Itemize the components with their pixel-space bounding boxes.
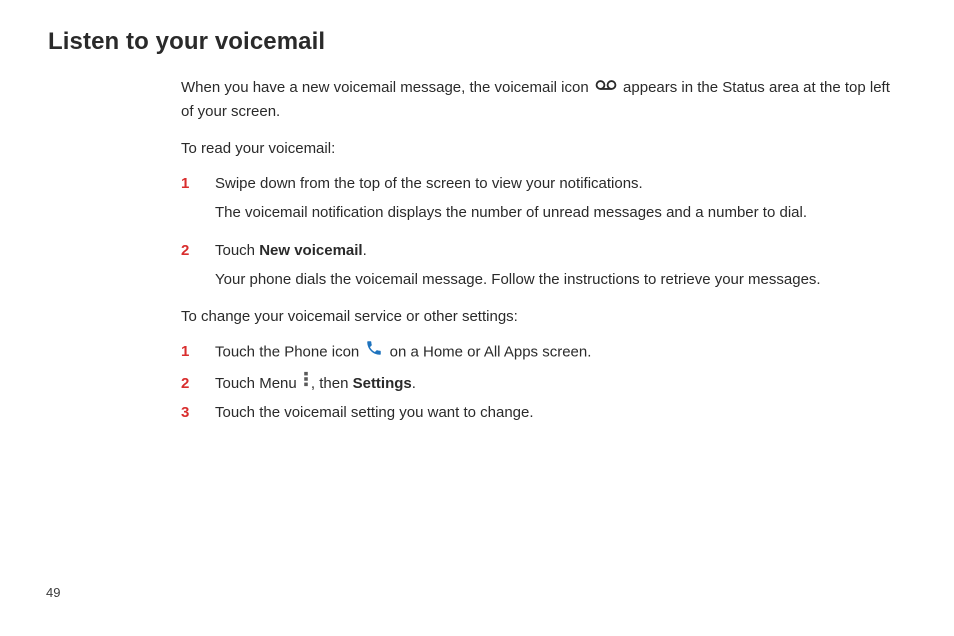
step-row: 1 Touch the Phone icon on a Home or All … xyxy=(181,340,906,365)
step-text-pre: Touch Menu xyxy=(215,375,301,392)
step-text: Touch the voicemail setting you want to … xyxy=(215,401,906,424)
step-text-pre: Touch xyxy=(215,242,259,259)
steps-change: 1 Touch the Phone icon on a Home or All … xyxy=(181,340,906,424)
step-text-bold: New voicemail xyxy=(259,242,362,259)
step-subtext: Your phone dials the voicemail message. … xyxy=(215,268,906,291)
steps-read: 1 Swipe down from the top of the screen … xyxy=(181,172,906,291)
step-text-post: . xyxy=(363,242,367,259)
step-row: 2 Touch New voicemail. xyxy=(181,239,906,262)
step-number: 1 xyxy=(181,340,215,363)
step-row: 1 Swipe down from the top of the screen … xyxy=(181,172,906,195)
step-number: 2 xyxy=(181,239,215,262)
intro-paragraph: When you have a new voicemail message, t… xyxy=(181,76,906,123)
step-subtext: The voicemail notification displays the … xyxy=(215,201,906,224)
menu-icon xyxy=(303,371,309,394)
intro-text-before: When you have a new voicemail message, t… xyxy=(181,79,593,96)
content-body: When you have a new voicemail message, t… xyxy=(181,76,906,425)
page-number: 49 xyxy=(46,585,60,600)
phone-icon xyxy=(365,339,383,364)
step-text-post: . xyxy=(412,375,416,392)
step-text: Swipe down from the top of the screen to… xyxy=(215,172,906,195)
page-title: Listen to your voicemail xyxy=(48,28,906,56)
step-row: 3 Touch the voicemail setting you want t… xyxy=(181,401,906,424)
step-text: Touch the Phone icon on a Home or All Ap… xyxy=(215,340,906,365)
voicemail-icon xyxy=(595,75,617,98)
step-text: Touch New voicemail. xyxy=(215,239,906,262)
to-read-label: To read your voicemail: xyxy=(181,137,906,160)
step-text-post: on a Home or All Apps screen. xyxy=(390,344,592,361)
step-text-mid: , then xyxy=(311,375,353,392)
step-text: Touch Menu , then Settings. xyxy=(215,372,906,396)
step-text-pre: Touch the Phone icon xyxy=(215,344,363,361)
step-number: 3 xyxy=(181,401,215,424)
step-number: 1 xyxy=(181,172,215,195)
to-change-label: To change your voicemail service or othe… xyxy=(181,305,906,328)
step-text-bold: Settings xyxy=(353,375,412,392)
step-number: 2 xyxy=(181,372,215,395)
step-row: 2 Touch Menu , then Settings. xyxy=(181,372,906,396)
